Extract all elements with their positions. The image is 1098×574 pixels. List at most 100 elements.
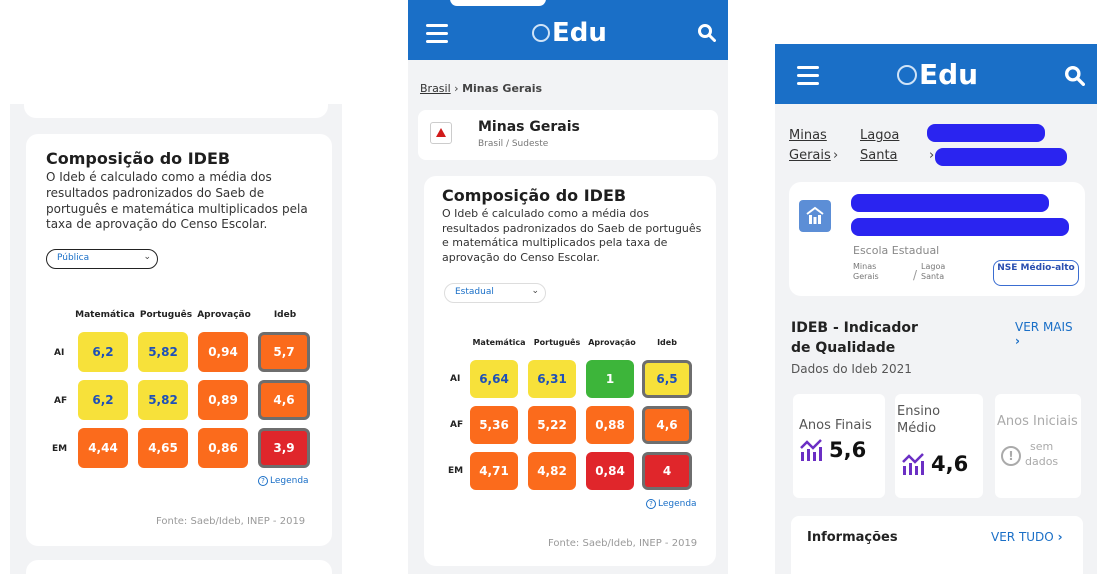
chevron-down-icon: ⌄ (531, 286, 539, 296)
app-logo: Edu (897, 58, 978, 91)
score-tile: 4,71 (470, 452, 518, 490)
chevron-right-icon: › (1015, 334, 1020, 348)
stat-card-anos-finais[interactable]: Anos Finais 5,6 (793, 394, 885, 498)
location-card[interactable]: Minas Gerais Brasil / Sudeste (418, 110, 718, 160)
col-header-aprovacao: Aprovação (197, 310, 251, 320)
stat-value: 5,6 (829, 438, 867, 462)
col-header-matematica: Matemática (75, 310, 135, 320)
legend-label: Legenda (658, 499, 697, 509)
school-card[interactable]: Escola Estadual Minas Gerais / Lagoa Santa… (789, 182, 1085, 296)
stat-label: Ensino Médio (897, 404, 941, 436)
trend-chart-icon (902, 453, 924, 475)
trend-chart-icon (800, 439, 822, 461)
state-flag-icon (430, 122, 452, 144)
location-separator: / (913, 268, 918, 282)
ideb-section-title: IDEB - Indicador de Qualidade (791, 320, 918, 357)
ideb-tile: 4,6 (642, 406, 692, 444)
score-tile: 0,88 (586, 406, 634, 444)
row-label-em: EM (52, 444, 68, 454)
score-tile: 0,94 (198, 332, 248, 372)
ideb-tile: 4,6 (258, 380, 310, 420)
school-type: Escola Estadual (853, 244, 940, 257)
card-title: Composição do IDEB (46, 149, 231, 168)
menu-icon[interactable] (426, 24, 448, 48)
row-label-af: AF (450, 420, 464, 430)
score-tile: 4,82 (528, 452, 576, 490)
app-logo: Edu (532, 18, 607, 48)
score-tile: 0,84 (586, 452, 634, 490)
score-tile: 4,44 (78, 428, 128, 468)
ver-mais-link[interactable]: VER MAIS › (1015, 320, 1073, 348)
network-select[interactable]: Estadual ⌄ (444, 283, 546, 303)
network-select[interactable]: Pública ⌄ (46, 249, 158, 269)
col-header-aprovacao: Aprovação (588, 338, 636, 347)
breadcrumb: Brasil › Minas Gerais (420, 82, 542, 95)
ideb-tile: 3,9 (258, 428, 310, 468)
card-title: Composição do IDEB (442, 186, 627, 205)
school-icon (799, 200, 831, 232)
breadcrumb-separator: › (833, 148, 839, 163)
score-tile: 1 (586, 360, 634, 398)
score-tile: 5,82 (138, 332, 188, 372)
logo-mark-icon (532, 24, 550, 42)
chevron-right-icon: › (1057, 530, 1063, 544)
breadcrumb-link-minas-gerais[interactable]: Minas Gerais (789, 126, 831, 165)
ideb-tile: 4 (642, 452, 692, 490)
next-card (26, 560, 332, 574)
score-tile: 6,2 (78, 380, 128, 420)
stat-card-ensino-medio[interactable]: Ensino Médio 4,6 (895, 394, 983, 498)
col-header-portugues: Português (533, 338, 581, 347)
help-icon: ? (258, 476, 268, 486)
col-header-ideb: Ideb (273, 310, 297, 320)
score-tile: 5,82 (138, 380, 188, 420)
row-label-ai: AI (54, 348, 65, 358)
status-pill (450, 0, 546, 6)
ver-tudo-link[interactable]: VER TUDO › (991, 530, 1063, 544)
col-header-portugues: Português (139, 310, 193, 320)
select-value: Pública (57, 253, 90, 263)
location-sub: Brasil / Sudeste (478, 139, 549, 149)
legend-link[interactable]: ? Legenda (258, 476, 309, 486)
stat-label: Anos Finais (799, 418, 872, 433)
ideb-composition-card: Composição do IDEB O Ideb é calculado co… (424, 176, 716, 566)
info-card: Informações VER TUDO › (791, 516, 1083, 574)
breadcrumb-separator: › (929, 148, 935, 163)
screenshot-panel-public: Composição do IDEB O Ideb é calculado co… (10, 104, 342, 574)
stat-label: Anos Iniciais (997, 414, 1078, 429)
school-state: Minas Gerais (853, 262, 879, 282)
info-title: Informações (807, 530, 898, 545)
breadcrumb-link-brasil[interactable]: Brasil (420, 82, 451, 95)
row-label-em: EM (448, 466, 464, 476)
score-tile: 5,36 (470, 406, 518, 444)
brand-name: Edu (919, 58, 979, 91)
stat-card-anos-iniciais[interactable]: Anos Iniciais ! sem dados (995, 394, 1081, 498)
breadcrumb-separator: › (454, 82, 463, 95)
info-exclamation-icon: ! (1001, 446, 1021, 466)
score-tile: 6,2 (78, 332, 128, 372)
score-tile: 4,65 (138, 428, 188, 468)
score-tile: 5,22 (528, 406, 576, 444)
breadcrumb-link-lagoa-santa[interactable]: Lagoa Santa (860, 126, 899, 165)
ideb-subtitle: Dados do Ideb 2021 (791, 362, 912, 376)
location-name: Minas Gerais (478, 119, 580, 135)
nse-badge: NSE Médio-alto (993, 260, 1079, 286)
search-icon[interactable] (698, 24, 716, 42)
screenshot-panel-state: Edu Brasil › Minas Gerais Minas Gerais B… (408, 0, 728, 574)
chevron-down-icon: ⌄ (143, 252, 151, 262)
card-description: O Ideb é calculado como a média dos resu… (46, 170, 308, 232)
ideb-composition-card: Composição do IDEB O Ideb é calculado co… (26, 134, 332, 546)
search-icon[interactable] (1065, 66, 1085, 86)
breadcrumb-current: Minas Gerais (462, 82, 543, 95)
select-value: Estadual (455, 287, 494, 297)
legend-link[interactable]: ? Legenda (646, 499, 697, 509)
app-bar: Edu (408, 0, 728, 60)
row-label-af: AF (54, 396, 68, 406)
menu-icon[interactable] (797, 66, 819, 90)
no-data-note: sem dados (1025, 440, 1059, 468)
ideb-tile: 6,5 (642, 360, 692, 398)
score-tile: 6,31 (528, 360, 576, 398)
redaction-block (851, 194, 1049, 212)
source-note: Fonte: Saeb/Ideb, INEP - 2019 (548, 538, 698, 549)
screenshot-panel-school: Edu MinasGerais › LagoaSanta › Escola (775, 44, 1097, 574)
score-tile: 6,64 (470, 360, 518, 398)
